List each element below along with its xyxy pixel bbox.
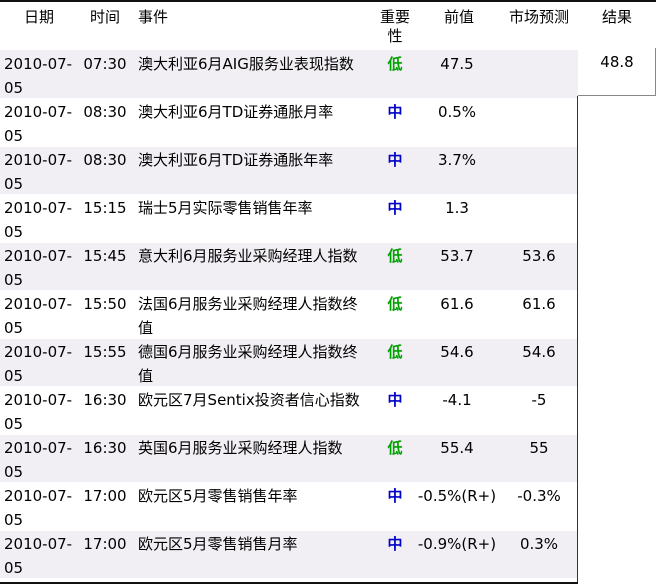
row-date: 2010-07-05 xyxy=(4,487,73,529)
header-forecast: 市场预测 xyxy=(508,8,569,26)
row-importance: 低 xyxy=(387,343,403,361)
table-row: 2010-07-05 15:15 瑞士5月实际零售销售年率 中 1.3 xyxy=(0,194,578,242)
row-importance: 低 xyxy=(387,439,403,457)
header-time: 时间 xyxy=(89,8,120,26)
table-row: 2010-07-05 15:50 法国6月服务业采购经理人指数终值 低 61.6 61.6 xyxy=(0,290,578,338)
table-row: 2010-07-05 08:30 澳大利亚6月TD证券通胀年率 中 3.7% xyxy=(0,146,578,194)
result-cell-highlight: 48.8 xyxy=(578,48,656,96)
row-separator xyxy=(0,434,578,435)
header-result: 结果 xyxy=(601,8,632,26)
row-importance: 低 xyxy=(387,55,403,73)
row-importance: 中 xyxy=(387,199,403,217)
row-date: 2010-07-05 xyxy=(4,391,73,433)
row-previous: 55.4 xyxy=(440,439,474,457)
row-time: 17:00 xyxy=(83,535,127,553)
row-previous: 1.3 xyxy=(445,199,469,217)
row-event: 英国6月服务业采购经理人指数 xyxy=(138,439,343,457)
row-separator xyxy=(0,530,578,531)
table-row: 2010-07-05 15:45 意大利6月服务业采购经理人指数 低 53.7 53.6 xyxy=(0,242,578,290)
table-row: 2010-07-05 15:55 德国6月服务业采购经理人指数终值 低 54.6 54.6 xyxy=(0,338,578,386)
row-event: 欧元区7月Sentix投资者信心指数 xyxy=(138,391,360,409)
row-event: 欧元区5月零售销售年率 xyxy=(138,487,298,505)
row-event: 澳大利亚6月TD证券通胀月率 xyxy=(138,103,334,121)
row-time: 08:30 xyxy=(83,103,127,121)
row-forecast: 55 xyxy=(529,439,549,457)
row-previous: -4.1 xyxy=(442,391,472,409)
row-event: 法国6月服务业采购经理人指数终值 xyxy=(138,295,358,337)
row-importance: 低 xyxy=(387,295,403,313)
table-row: 2010-07-05 17:00 欧元区5月零售销售年率 中 -0.5%(R+) -0.3… xyxy=(0,482,578,530)
row-forecast: 54.6 xyxy=(522,343,556,361)
row-separator xyxy=(0,290,578,291)
row-event: 德国6月服务业采购经理人指数终值 xyxy=(138,343,358,385)
row-date: 2010-07-05 xyxy=(4,295,73,337)
row-forecast: 53.6 xyxy=(522,247,556,265)
row-time: 17:00 xyxy=(83,487,127,505)
row-previous: 0.5% xyxy=(437,103,477,121)
row-date: 2010-07-05 xyxy=(4,343,73,385)
row-event: 澳大利亚6月TD证券通胀年率 xyxy=(138,151,334,169)
row-time: 16:30 xyxy=(83,391,127,409)
row-event: 欧元区5月零售销售月率 xyxy=(138,535,298,553)
row-event: 意大利6月服务业采购经理人指数 xyxy=(138,247,358,265)
row-time: 15:50 xyxy=(83,295,127,313)
row-forecast: -0.3% xyxy=(517,487,561,505)
table-row: 2010-07-05 07:30 澳大利亚6月AIG服务业表现指数 低 47.5 xyxy=(0,50,578,98)
row-importance: 中 xyxy=(387,535,403,553)
row-separator xyxy=(0,338,578,339)
row-event: 瑞士5月实际零售销售年率 xyxy=(138,199,313,217)
row-separator xyxy=(0,146,578,147)
row-importance: 中 xyxy=(387,391,403,409)
row-date: 2010-07-05 xyxy=(4,151,73,193)
row-separator xyxy=(0,98,578,99)
row-date: 2010-07-05 xyxy=(4,247,73,289)
row-time: 08:30 xyxy=(83,151,127,169)
row-previous: -0.9%(R+) xyxy=(417,535,497,553)
header-date: 日期 xyxy=(23,8,54,26)
header-event: 事件 xyxy=(138,8,169,26)
row-time: 07:30 xyxy=(83,55,127,73)
row-date: 2010-07-05 xyxy=(4,55,73,97)
row-time: 15:55 xyxy=(83,343,127,361)
row-importance: 中 xyxy=(387,487,403,505)
row-separator xyxy=(0,386,578,387)
row-forecast: -5 xyxy=(531,391,547,409)
row-separator xyxy=(0,482,578,483)
row-forecast: 0.3% xyxy=(519,535,559,553)
row-previous: 47.5 xyxy=(440,55,474,73)
header-importance: 重要性 xyxy=(379,8,410,45)
row-forecast: 61.6 xyxy=(522,295,556,313)
row-previous: -0.5%(R+) xyxy=(417,487,497,505)
table-row: 2010-07-05 16:30 欧元区7月Sentix投资者信心指数 中 -4.1 -5 xyxy=(0,386,578,434)
row-previous: 54.6 xyxy=(440,343,474,361)
row-previous: 61.6 xyxy=(440,295,474,313)
row-previous: 53.7 xyxy=(440,247,474,265)
row-separator xyxy=(0,242,578,243)
row-event: 澳大利亚6月AIG服务业表现指数 xyxy=(138,55,354,73)
row-previous: 3.7% xyxy=(437,151,477,169)
row-importance: 中 xyxy=(387,103,403,121)
row-time: 16:30 xyxy=(83,439,127,457)
table-row: 2010-07-05 16:30 英国6月服务业采购经理人指数 低 55.4 55 xyxy=(0,434,578,482)
row-time: 15:15 xyxy=(83,199,127,217)
row-date: 2010-07-05 xyxy=(4,439,73,481)
header-previous: 前值 xyxy=(443,8,474,26)
row-date: 2010-07-05 xyxy=(4,199,73,241)
row-date: 2010-07-05 xyxy=(4,535,73,577)
row-time: 15:45 xyxy=(83,247,127,265)
table-top-border xyxy=(0,0,656,2)
row-separator xyxy=(0,194,578,195)
table-bottom-border xyxy=(0,582,578,584)
table-row: 2010-07-05 08:30 澳大利亚6月TD证券通胀月率 中 0.5% xyxy=(0,98,578,146)
table-right-border xyxy=(577,96,578,584)
row-date: 2010-07-05 xyxy=(4,103,73,145)
table-row: 2010-07-05 17:00 欧元区5月零售销售月率 中 -0.9%(R+) 0.3% xyxy=(0,530,578,578)
row-importance: 中 xyxy=(387,151,403,169)
result-value: 48.8 xyxy=(600,53,634,71)
row-importance: 低 xyxy=(387,247,403,265)
